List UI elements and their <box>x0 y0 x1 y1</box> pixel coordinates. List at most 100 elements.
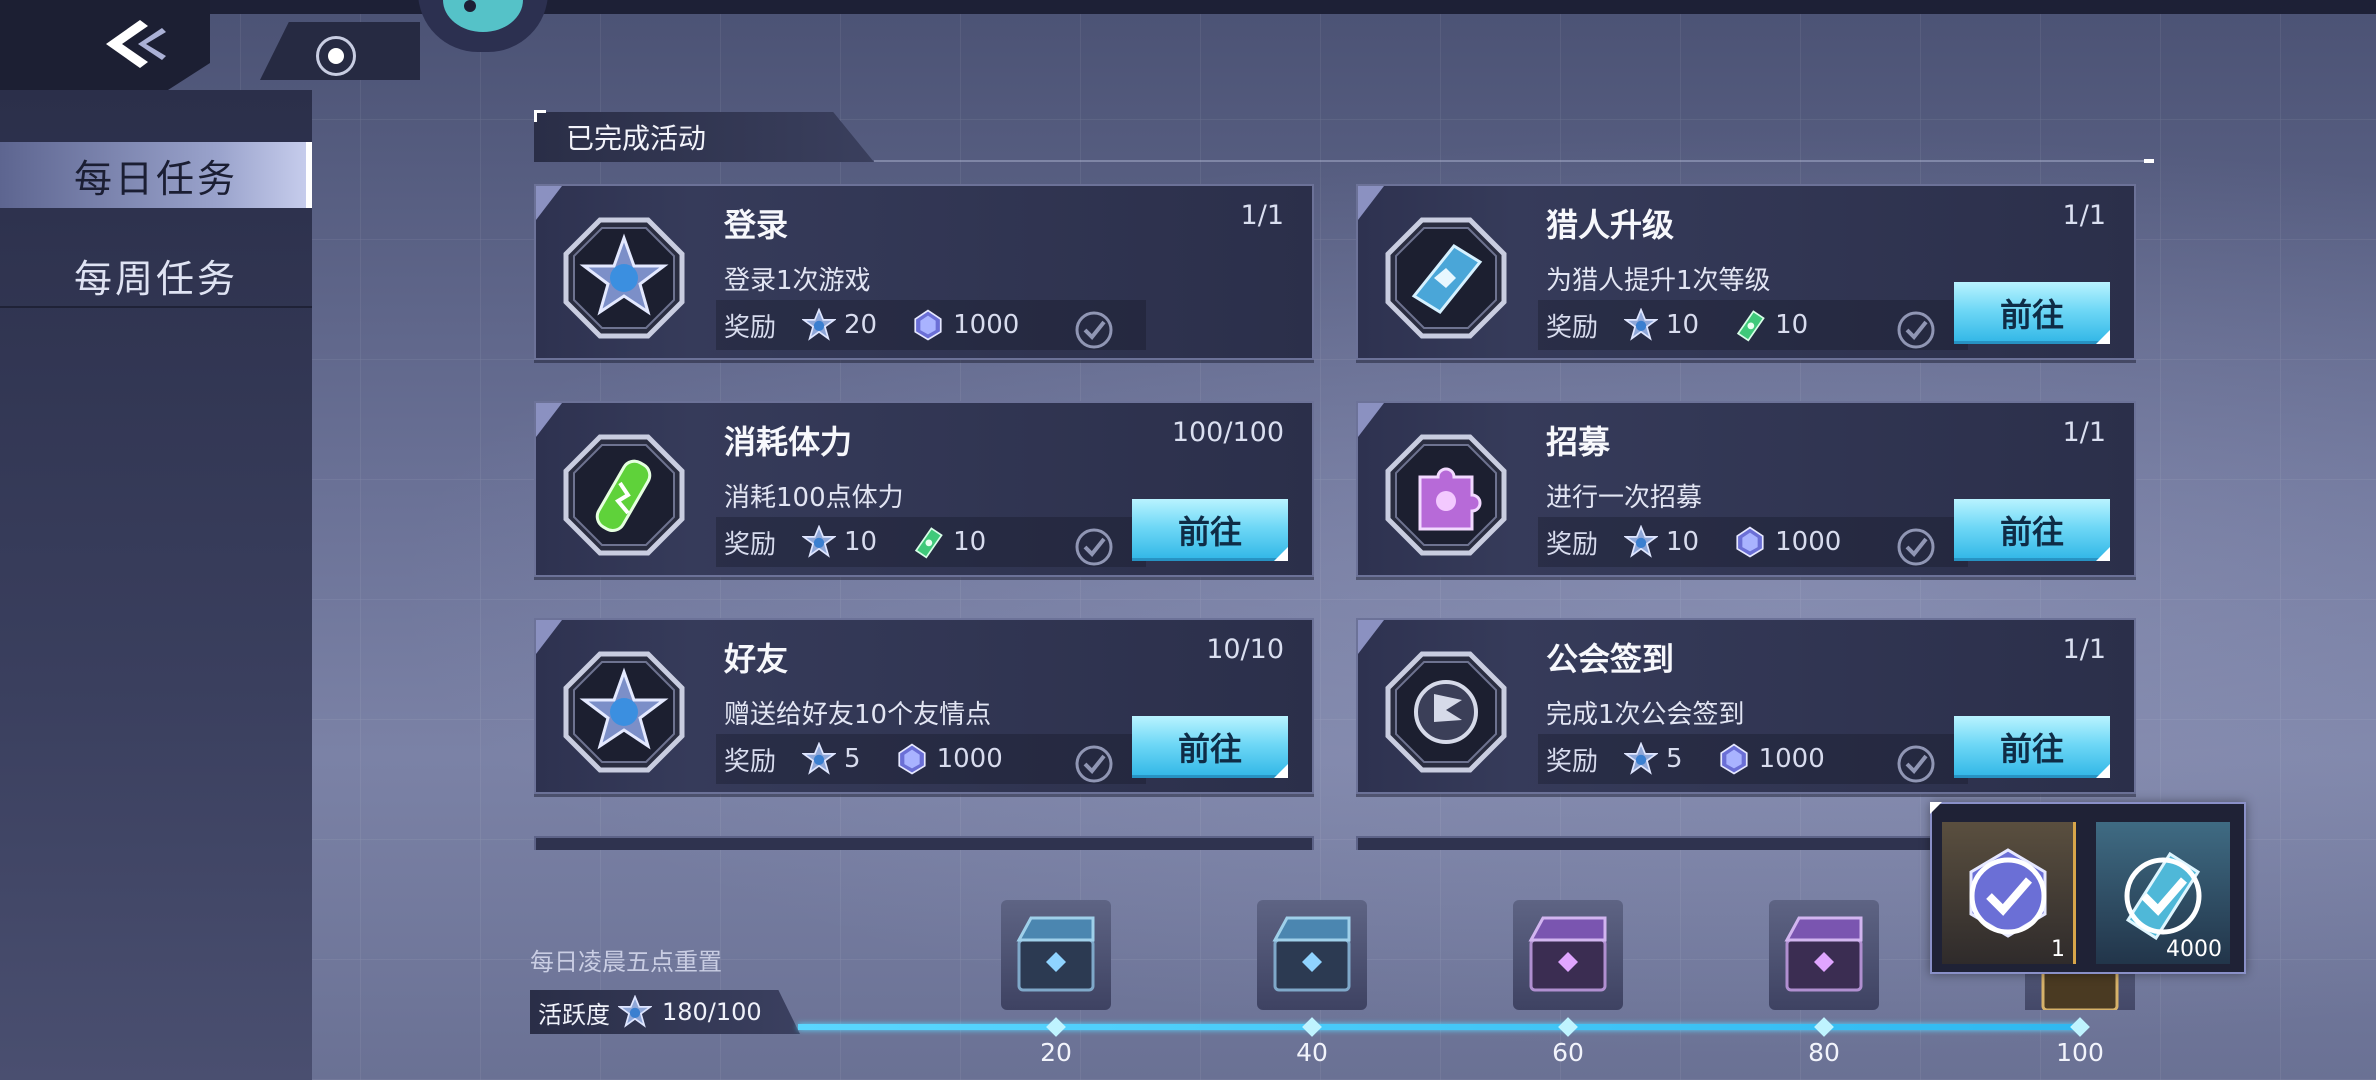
activity-point-icon <box>802 525 836 559</box>
milestone-chest <box>1001 900 1111 1012</box>
reward-item: 5 <box>802 742 861 776</box>
reward-amount: 10 <box>1666 310 1700 340</box>
crystal-icon <box>1717 742 1751 776</box>
task-title: 好友 <box>724 640 789 678</box>
task-progress: 1/1 <box>2062 634 2106 665</box>
top-bar <box>0 0 2376 14</box>
reward-amount: 5 <box>844 744 861 774</box>
back-button[interactable] <box>96 14 176 74</box>
guild-flag-icon <box>1384 650 1508 774</box>
task-card: 登录 1/1 登录1次游戏 奖励 20 1000 <box>534 184 1314 360</box>
mascot-icon <box>443 0 523 32</box>
task-description: 完成1次公会签到 <box>1546 700 1745 730</box>
divider <box>0 306 312 308</box>
task-progress: 1/1 <box>1240 200 1284 231</box>
reward-count: 1 <box>2051 937 2065 962</box>
activity-value: 180/100 <box>662 998 762 1026</box>
reward-item: 10 <box>802 525 877 559</box>
section-title-text: 已完成活动 <box>566 122 707 155</box>
check-icon <box>1896 310 1936 350</box>
milestone-chest <box>1257 900 1367 1012</box>
green-ticket-icon <box>911 525 945 559</box>
chest-button[interactable] <box>1513 900 1623 1010</box>
reward-item: 10 <box>1624 308 1699 342</box>
sidebar-item-weekly[interactable]: 每周任务 <box>0 242 312 308</box>
card-accent <box>1358 403 1384 437</box>
green-ticket-icon <box>1733 308 1767 342</box>
reward-item: 10 <box>911 525 986 559</box>
corner-mark <box>534 110 546 122</box>
check-icon <box>1074 744 1114 784</box>
star-badge-icon <box>562 650 686 774</box>
task-description: 为猎人提升1次等级 <box>1546 266 1771 296</box>
back-arrow-icon <box>106 20 166 68</box>
reward-amount: 20 <box>844 310 878 340</box>
activity-progress-fill <box>798 1024 2080 1030</box>
stamina-potion-icon <box>562 433 686 557</box>
task-card: 猎人升级 1/1 为猎人提升1次等级 奖励 10 10 前往 <box>1356 184 2136 360</box>
go-button[interactable]: 前往 <box>1132 499 1288 561</box>
chest-button[interactable] <box>1769 900 1879 1010</box>
reward-preview-popup: 1 4000 <box>1930 802 2246 974</box>
activity-label: 活跃度 180/100 <box>530 990 800 1034</box>
reward-slot[interactable]: 4000 <box>2096 822 2230 964</box>
reward-count: 4000 <box>2166 937 2222 962</box>
check-icon <box>1896 527 1936 567</box>
task-description: 进行一次招募 <box>1546 483 1703 513</box>
blue-chest-icon <box>1011 910 1101 1000</box>
star-badge-icon <box>562 216 686 340</box>
reward-amount: 10 <box>844 527 878 557</box>
reward-slot[interactable]: 1 <box>1942 822 2076 964</box>
chest-button[interactable] <box>1001 900 1111 1010</box>
check-icon <box>1896 744 1936 784</box>
reward-amount: 1000 <box>953 310 1020 340</box>
reward-amount: 10 <box>1775 310 1809 340</box>
task-title: 登录 <box>724 206 789 244</box>
card-accent <box>536 620 562 654</box>
go-button[interactable]: 前往 <box>1954 499 2110 561</box>
go-button[interactable]: 前往 <box>1954 716 2110 778</box>
blue-book-icon <box>1384 216 1508 340</box>
crystal-icon <box>1733 525 1767 559</box>
sidebar-item-daily[interactable]: 每日任务 <box>0 142 312 208</box>
go-button[interactable]: 前往 <box>1954 282 2110 344</box>
reward-item: 1000 <box>895 742 1003 776</box>
task-card: 公会签到 1/1 完成1次公会签到 奖励 5 1000 前往 <box>1356 618 2136 794</box>
crystal-icon <box>911 308 945 342</box>
reward-amount: 10 <box>1666 527 1700 557</box>
task-title: 招募 <box>1546 423 1611 461</box>
milestone-value: 40 <box>1296 1038 1328 1067</box>
task-title: 消耗体力 <box>724 423 853 461</box>
reward-label: 奖励 <box>724 746 777 777</box>
milestone-chest <box>1513 900 1623 1012</box>
task-description: 赠送给好友10个友情点 <box>724 700 992 730</box>
milestone-value: 60 <box>1552 1038 1584 1067</box>
reward-amount: 1000 <box>1758 744 1825 774</box>
reward-item: 10 <box>1624 525 1699 559</box>
sidebar-item-label: 每周任务 <box>73 256 238 301</box>
card-accent <box>536 403 562 437</box>
reward-amount: 1000 <box>1775 527 1842 557</box>
reward-amount: 10 <box>953 527 987 557</box>
reward-label: 奖励 <box>1546 529 1599 560</box>
chest-button[interactable] <box>1257 900 1367 1010</box>
record-toggle[interactable] <box>316 36 356 76</box>
task-description: 登录1次游戏 <box>724 266 871 296</box>
section-divider <box>874 159 2154 163</box>
activity-point-icon <box>1624 525 1658 559</box>
claimed-crystal-icon <box>1969 848 2046 938</box>
go-button[interactable]: 前往 <box>1132 716 1288 778</box>
check-icon <box>1074 310 1114 350</box>
task-title: 猎人升级 <box>1546 206 1675 244</box>
recruit-puzzle-icon <box>1384 433 1508 557</box>
reward-item: 5 <box>1624 742 1683 776</box>
task-card-partial <box>534 836 1314 850</box>
purple-chest-icon <box>1779 910 1869 1000</box>
activity-point-icon <box>1624 742 1658 776</box>
check-icon <box>1074 527 1114 567</box>
task-card: 消耗体力 100/100 消耗100点体力 奖励 10 10 前往 <box>534 401 1314 577</box>
reward-amount: 1000 <box>936 744 1003 774</box>
activity-point-icon <box>802 742 836 776</box>
card-accent <box>1358 186 1384 220</box>
sidebar: 每日任务 每周任务 <box>0 90 312 1080</box>
